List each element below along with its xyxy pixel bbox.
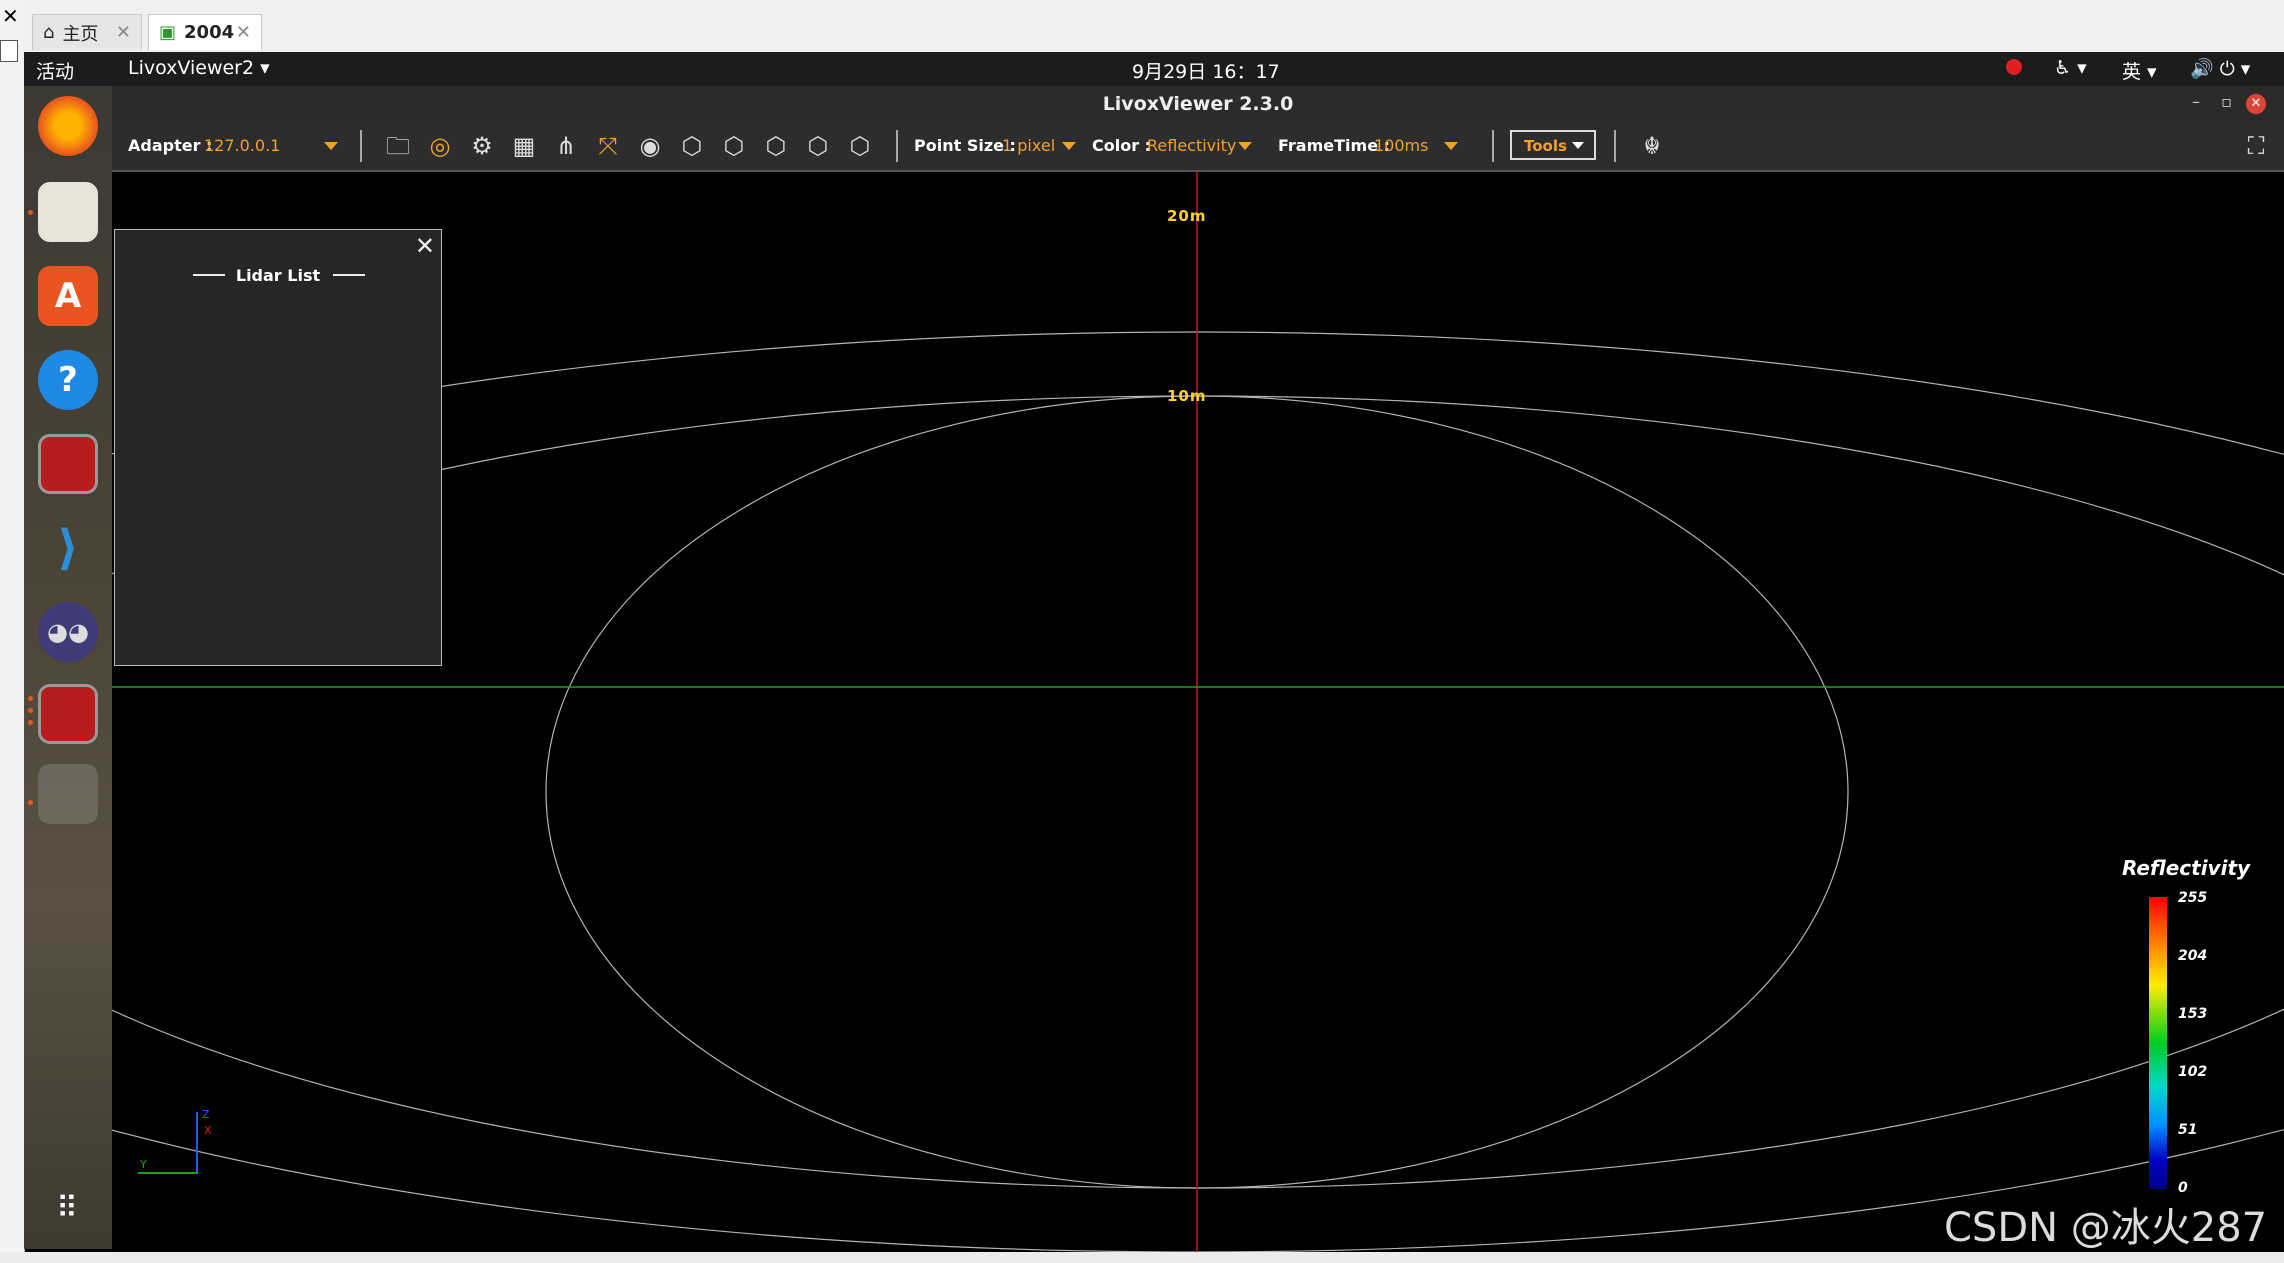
point-size-label: Point Size : <box>914 136 1016 155</box>
network-icon[interactable]: ⋔ <box>552 132 580 160</box>
dock: A ? ⟩ ◕◕ ⠿ <box>24 86 112 1249</box>
divider <box>896 130 898 162</box>
divider <box>1614 130 1616 162</box>
tab-close-icon[interactable]: ✕ <box>116 22 131 43</box>
frametime-select[interactable]: 100ms <box>1374 136 1428 155</box>
tab-2004-label: 2004 <box>184 22 235 43</box>
vm-tab-bar: ⌂ 主页 ✕ ▣ 2004 ✕ <box>24 0 2284 53</box>
terminal-icon[interactable] <box>38 684 98 744</box>
window-title: LivoxViewer 2.3.0 <box>1102 93 1294 115</box>
running-indicator <box>28 720 33 725</box>
window-title-bar: LivoxViewer 2.3.0 – ▫ ✕ <box>112 86 2284 123</box>
system-menu[interactable]: 🔊 ⏻ ▾ <box>2190 57 2250 80</box>
color-label: Color : <box>1092 136 1152 155</box>
cube-view-icon[interactable]: ⬡ <box>762 132 790 160</box>
legend-tick: 204 <box>2178 948 2208 964</box>
legend-tick: 102 <box>2178 1064 2208 1080</box>
vm-left-strip: ✕ <box>0 0 25 1263</box>
livox-viewer-icon[interactable] <box>38 764 98 824</box>
chevron-down-icon <box>1572 142 1584 149</box>
app-menu-label: LivoxViewer2 <box>128 57 255 79</box>
adapter-select[interactable]: 127.0.0.1 <box>204 136 280 155</box>
color-select[interactable]: Reflectivity <box>1147 136 1236 155</box>
legend-tick: 255 <box>2178 890 2208 906</box>
tools-dropdown[interactable]: Tools <box>1510 130 1596 160</box>
tab-home[interactable]: ⌂ 主页 ✕ <box>32 14 142 50</box>
divider <box>360 130 362 162</box>
axes-icon[interactable]: ⤧ <box>594 132 622 160</box>
cube-view-icon[interactable]: ⬡ <box>846 132 874 160</box>
orientation-gizmo: Z X Y <box>138 1108 212 1174</box>
cube-view-icon[interactable]: ⬡ <box>720 132 748 160</box>
accessibility-icon[interactable]: ♿ ▾ <box>2054 57 2087 79</box>
running-indicator <box>28 210 33 215</box>
vm-dropdown[interactable] <box>0 40 18 62</box>
running-indicator <box>28 800 33 805</box>
point-size-select[interactable]: 1 pixel <box>1002 136 1055 155</box>
tools-label: Tools <box>1524 137 1567 155</box>
do-not-disturb-icon[interactable] <box>2006 59 2022 75</box>
close-icon[interactable]: ✕ <box>415 232 435 260</box>
lidar-list-panel: ✕ Lidar List <box>114 229 442 666</box>
gear-icon[interactable]: ⚙ <box>468 132 496 160</box>
input-method[interactable]: 英 ▾ <box>2122 57 2157 84</box>
firefox-icon[interactable] <box>38 96 98 156</box>
axis-label-z: Z <box>202 1108 210 1121</box>
divider <box>1492 130 1494 162</box>
cube-view-icon[interactable]: ⬡ <box>804 132 832 160</box>
maximize-icon[interactable]: ▫ <box>2221 92 2232 111</box>
close-icon[interactable]: ✕ <box>2246 94 2266 114</box>
gnome-top-bar: 活动 LivoxViewer2 ▾ 9月29日 16：17 ♿ ▾ 英 ▾ 🔊 … <box>24 52 2284 86</box>
bug-icon[interactable]: ☬ <box>1638 132 1666 160</box>
tab-home-label: 主页 <box>62 23 99 45</box>
minimize-icon[interactable]: – <box>2192 92 2200 111</box>
color-scale-bar <box>2149 897 2167 1189</box>
eye-icon[interactable]: ◉ <box>636 132 664 160</box>
running-indicator <box>28 696 33 701</box>
adapter-label: Adapter : <box>128 136 213 155</box>
watermark: CSDN @冰火287 <box>1944 1205 2268 1251</box>
files-icon[interactable] <box>38 182 98 242</box>
cat-app-icon[interactable]: ◕◕ <box>38 602 98 662</box>
ring-label-20m: 20m <box>1167 207 1207 225</box>
close-icon[interactable]: ✕ <box>2 4 19 28</box>
chevron-down-icon[interactable] <box>324 142 338 150</box>
chevron-down-icon[interactable] <box>1062 142 1076 150</box>
y-axis <box>138 1172 198 1174</box>
show-apps-icon[interactable]: ⠿ <box>38 1178 98 1238</box>
axis-label-y: Y <box>140 1158 147 1171</box>
grid-icon[interactable]: ▦ <box>510 132 538 160</box>
clock[interactable]: 9月29日 16：17 <box>1132 57 1280 84</box>
radar-icon[interactable]: ◎ <box>426 132 454 160</box>
vscode-icon[interactable]: ⟩ <box>38 518 98 578</box>
help-icon[interactable]: ? <box>38 350 98 410</box>
tab-2004[interactable]: ▣ 2004 ✕ <box>148 14 262 50</box>
chevron-down-icon[interactable] <box>1238 142 1252 150</box>
fullscreen-icon[interactable]: ⛶ <box>2242 132 2270 160</box>
cube-view-icon[interactable]: ⬡ <box>678 132 706 160</box>
chevron-down-icon[interactable] <box>1444 142 1458 150</box>
open-folder-icon[interactable]: 🗀 <box>384 132 412 160</box>
axis-label-x: X <box>204 1124 212 1137</box>
legend-tick: 153 <box>2178 1006 2208 1022</box>
app-store-icon[interactable]: A <box>38 266 98 326</box>
legend-tick: 0 <box>2178 1180 2188 1196</box>
input-method-label: 英 <box>2122 61 2142 83</box>
tab-close-icon[interactable]: ✕ <box>236 22 251 43</box>
running-indicator <box>28 708 33 713</box>
home-icon: ⌂ <box>43 22 55 43</box>
terminal-icon[interactable] <box>38 434 98 494</box>
lidar-list-title: Lidar List <box>235 266 321 285</box>
app-menu[interactable]: LivoxViewer2 ▾ <box>128 57 270 79</box>
vm-icon: ▣ <box>159 22 177 43</box>
divider <box>333 274 365 276</box>
vm-status-bar <box>0 1252 2284 1263</box>
z-axis <box>196 1112 198 1174</box>
legend-tick: 51 <box>2178 1122 2198 1138</box>
legend-title: Reflectivity <box>2122 856 2251 880</box>
ring-label-10m: 10m <box>1167 387 1207 405</box>
toolbar: Adapter : 127.0.0.1 🗀 ◎ ⚙ ▦ ⋔ ⤧ ◉ ⬡ ⬡ ⬡ … <box>112 122 2284 172</box>
activities-button[interactable]: 活动 <box>36 57 74 84</box>
